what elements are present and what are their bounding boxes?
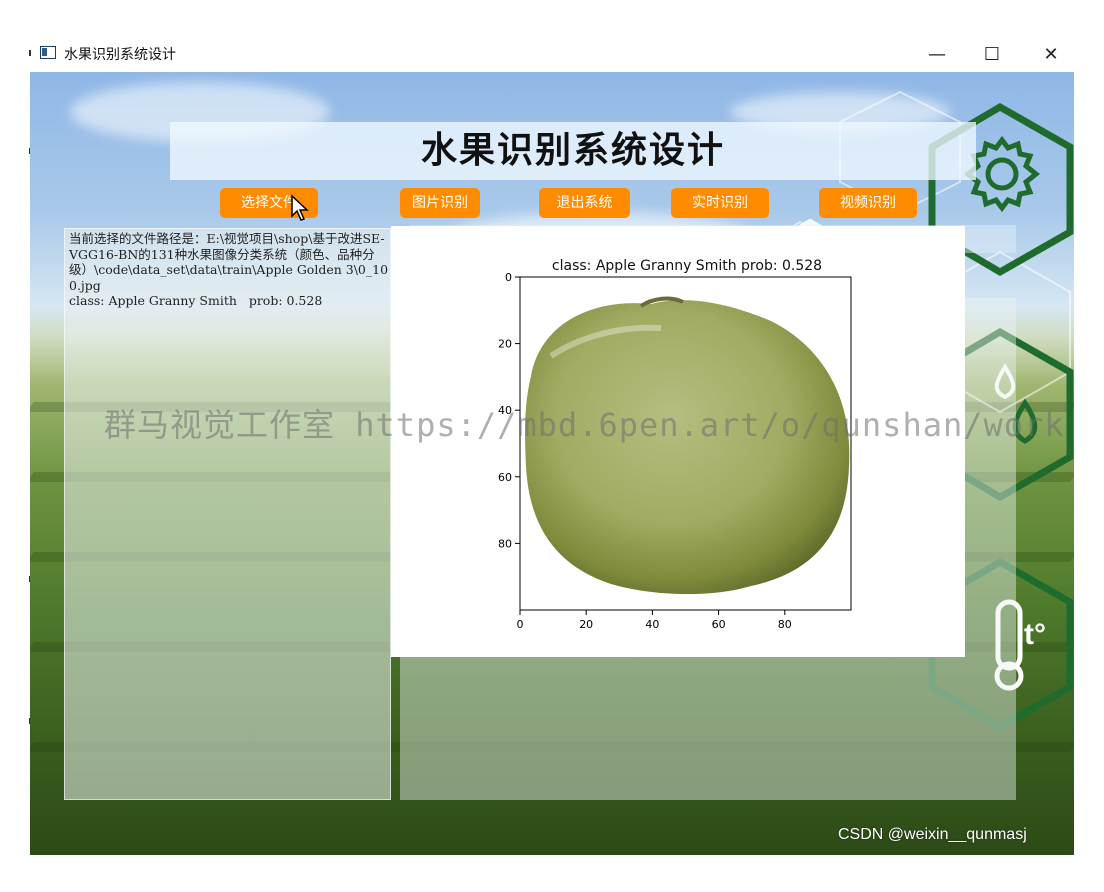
- page-title: 水果识别系统设计: [420, 130, 725, 171]
- window-edge-mark: [29, 50, 31, 56]
- app-icon: [40, 46, 56, 59]
- svg-text:t°: t°: [1024, 618, 1046, 651]
- y-tick-label: 0: [505, 271, 512, 284]
- csdn-credit: CSDN @weixin__qunmasj: [838, 826, 1027, 843]
- minimize-button[interactable]: —: [922, 40, 952, 68]
- y-tick-label: 60: [498, 471, 512, 484]
- maximize-button[interactable]: ☐: [977, 40, 1007, 68]
- x-axis-ticks: 0 20 40 60 80: [517, 610, 792, 631]
- video-recognize-button[interactable]: 视频识别: [819, 188, 917, 218]
- result-text-panel: 当前选择的文件路径是：E:\视觉项目\shop\基于改进SE-VGG16-BN的…: [64, 228, 391, 800]
- apple-image: [525, 296, 850, 595]
- y-tick-label: 80: [498, 537, 512, 550]
- x-tick-label: 20: [579, 618, 593, 631]
- x-tick-label: 80: [778, 618, 792, 631]
- watermark-text: 群马视觉工作室 https://mbd.6pen.art/o/qunshan/w…: [104, 406, 1065, 444]
- close-button[interactable]: ✕: [1036, 40, 1066, 68]
- y-tick-label: 20: [498, 338, 512, 351]
- image-recognize-button[interactable]: 图片识别: [400, 188, 480, 218]
- x-tick-label: 40: [645, 618, 659, 631]
- result-text: 当前选择的文件路径是：E:\视觉项目\shop\基于改进SE-VGG16-BN的…: [69, 231, 389, 308]
- window-titlebar: 水果识别系统设计 — ☐ ✕: [30, 36, 1074, 72]
- x-tick-label: 60: [712, 618, 726, 631]
- window-title: 水果识别系统设计: [64, 47, 176, 63]
- x-tick-label: 0: [517, 618, 524, 631]
- title-banner: 水果识别系统设计: [170, 122, 976, 180]
- realtime-recognize-button[interactable]: 实时识别: [671, 188, 769, 218]
- plot-title: class: Apple Granny Smith prob: 0.528: [552, 258, 822, 274]
- exit-system-button[interactable]: 退出系统: [539, 188, 630, 218]
- mouse-cursor-icon: [291, 194, 309, 221]
